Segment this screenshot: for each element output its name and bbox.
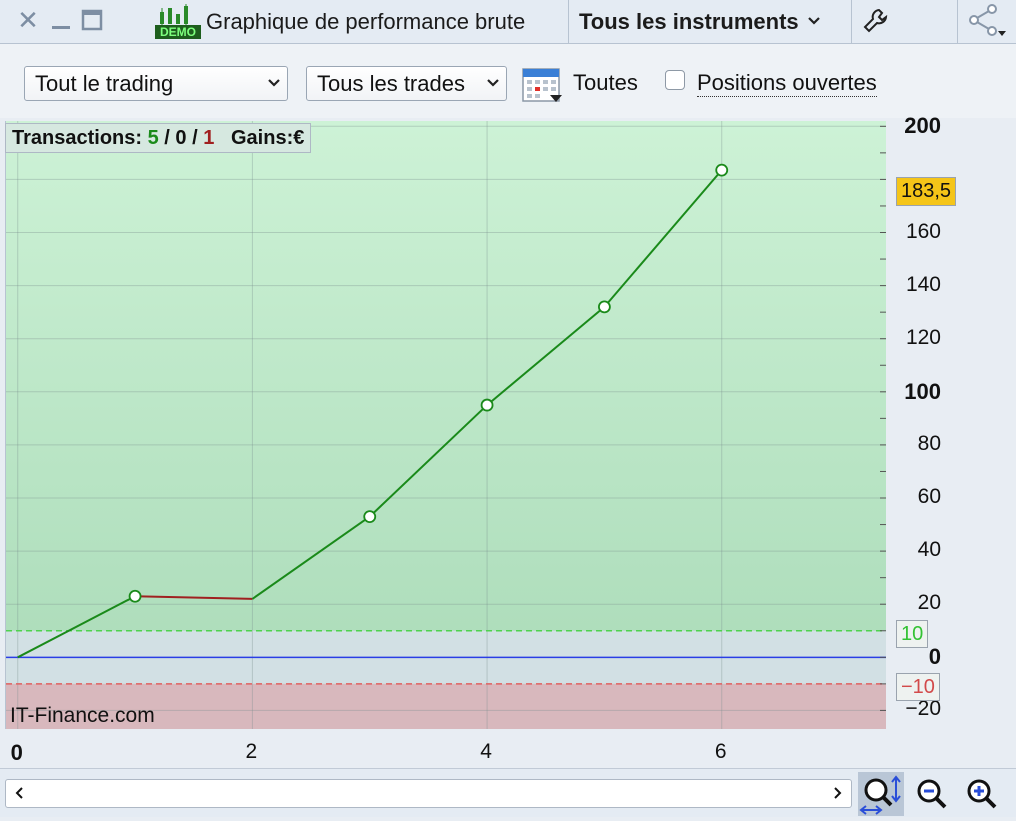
chevron-down-icon: [267, 67, 281, 100]
lower-threshold-badge: −10: [896, 673, 940, 701]
legend-sep-2: /: [186, 126, 204, 149]
open-positions-label[interactable]: Positions ouvertes: [697, 70, 877, 97]
zoom-out-icon[interactable]: [914, 776, 950, 812]
data-point: [598, 300, 611, 314]
data-point: [363, 510, 377, 523]
performance-chart[interactable]: [5, 121, 886, 729]
trading-select[interactable]: Tout le trading: [24, 66, 288, 101]
y-tick-label: 140: [905, 272, 941, 296]
transactions-legend: Transactions: 5 / 0 / 1 Gains: €: [5, 123, 312, 153]
series-segment: [251, 515, 371, 600]
data-point: [480, 398, 494, 412]
legend-wins: 5: [147, 126, 159, 149]
y-tick-label: 200: [904, 113, 941, 139]
instrument-selector[interactable]: Tous les instruments: [579, 0, 821, 43]
y-tick-label: 40: [917, 538, 941, 562]
y-tick-label: 80: [917, 431, 941, 455]
x-tick-label: 2: [245, 740, 258, 763]
share-icon[interactable]: [966, 3, 1008, 39]
open-positions-checkbox[interactable]: [665, 70, 685, 90]
demo-chart-icon: DEMO: [155, 3, 201, 40]
upper-threshold-badge: 10: [896, 620, 929, 648]
minimize-icon[interactable]: [47, 6, 75, 34]
wrench-icon[interactable]: [861, 7, 889, 35]
legend-losses: 1: [203, 126, 215, 149]
period-label: Toutes: [573, 70, 638, 95]
trades-select[interactable]: Tous les trades: [306, 66, 507, 101]
y-tick-label: 20: [917, 591, 941, 615]
zoom-fit-icon[interactable]: [858, 772, 904, 816]
legend-neutral: 0: [175, 126, 187, 149]
y-tick-label: −20: [905, 697, 941, 721]
scroll-left-icon[interactable]: [14, 785, 24, 806]
scroll-right-icon[interactable]: [833, 785, 843, 806]
title-bar: ✕ DEMO Graphique de performance brute To…: [0, 0, 1016, 44]
legend-gains-label: Gains:: [231, 126, 294, 149]
demo-badge: DEMO: [160, 24, 196, 39]
data-point: [715, 163, 729, 177]
series-segment: [369, 404, 488, 518]
chevron-down-icon: [486, 67, 500, 100]
series-segment: [603, 169, 723, 308]
y-tick-label: 60: [917, 485, 941, 508]
chart-title-section: DEMO Graphique de performance brute: [155, 0, 525, 43]
trades-select-value: Tous les trades: [317, 70, 465, 96]
x-tick-label: 6: [714, 740, 727, 763]
horizontal-scrollbar[interactable]: [5, 779, 852, 808]
chevron-down-icon: [807, 13, 821, 31]
x-tick-label: 0: [10, 740, 23, 765]
performance-chart-svg: [6, 121, 886, 729]
y-tick-label: 0: [928, 644, 941, 670]
y-tick-label: 160: [905, 219, 941, 243]
y-tick-label: 100: [904, 378, 941, 404]
legend-sep-1: /: [158, 126, 176, 149]
series-segment: [486, 306, 606, 406]
x-tick-label: 4: [480, 740, 492, 763]
data-point: [128, 589, 142, 603]
instrument-label: Tous les instruments: [579, 8, 799, 34]
last-value-badge: 183,5: [896, 177, 957, 206]
zoom-in-icon[interactable]: [964, 776, 1000, 812]
legend-currency: €: [293, 126, 305, 149]
legend-label: Transactions:: [12, 126, 143, 149]
close-icon[interactable]: ✕: [14, 6, 42, 34]
y-tick-label: 120: [905, 325, 941, 349]
maximize-icon[interactable]: [78, 6, 106, 34]
watermark: IT-Finance.com: [10, 704, 155, 727]
trading-select-value: Tout le trading: [35, 70, 174, 96]
series-segment: [135, 595, 253, 600]
calendar-icon[interactable]: [521, 64, 563, 104]
window-title: Graphique de performance brute: [206, 8, 526, 34]
